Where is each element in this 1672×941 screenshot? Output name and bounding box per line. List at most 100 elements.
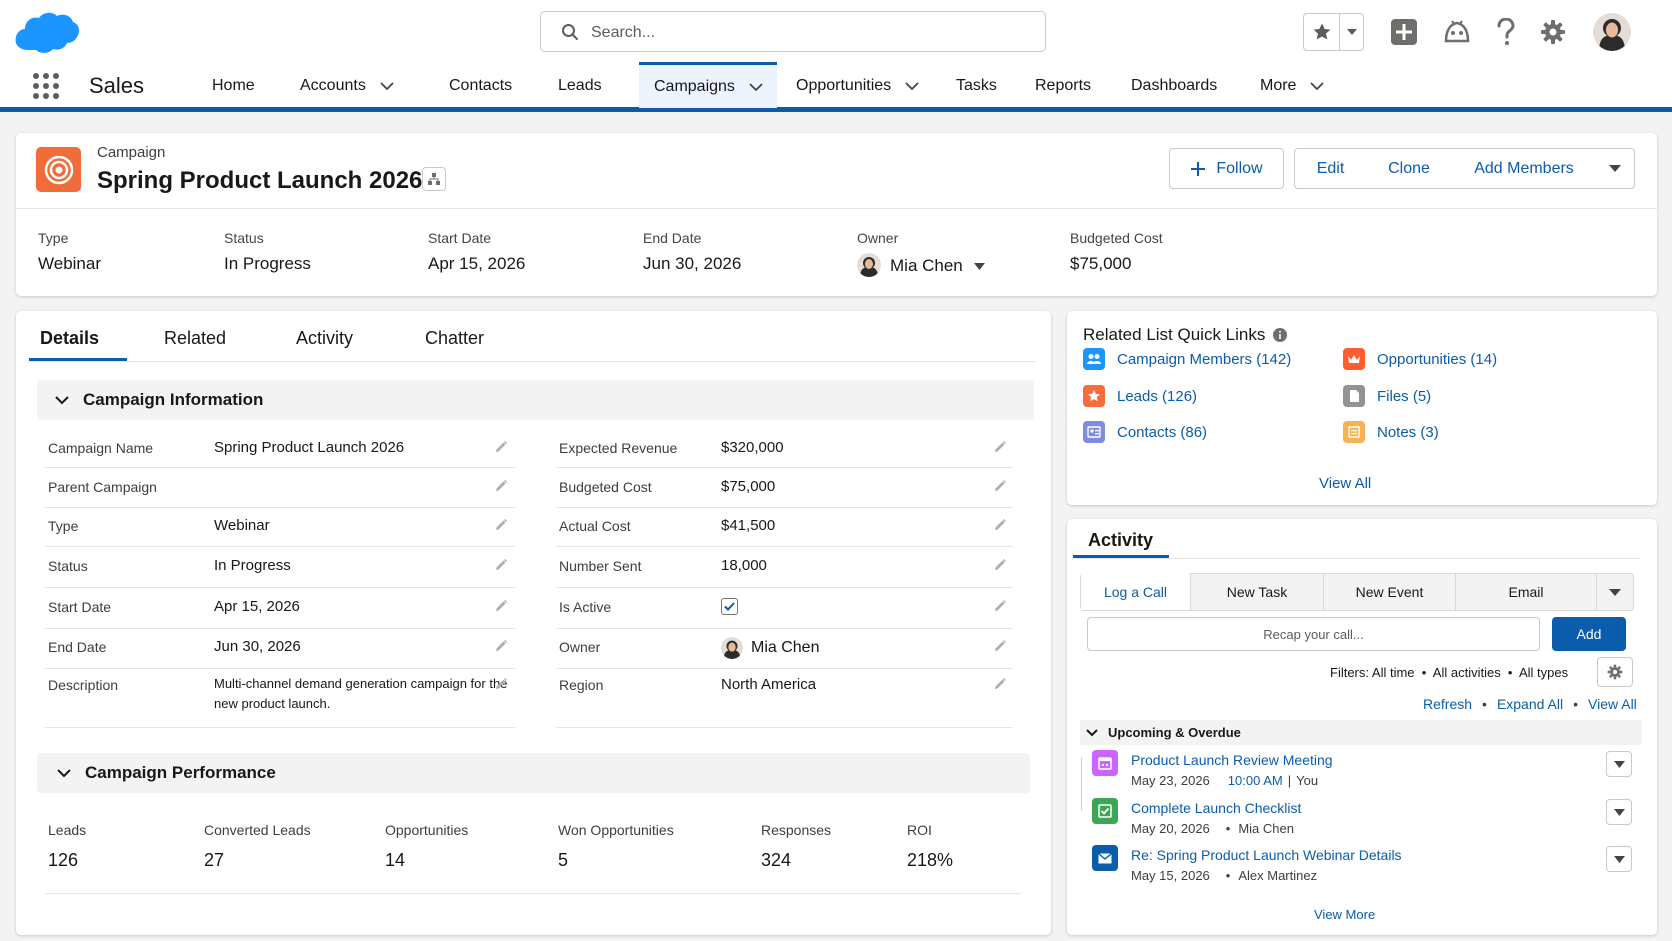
chevron-down-icon — [57, 768, 71, 777]
view-more-link[interactable]: View More — [1314, 907, 1375, 922]
nav-reports[interactable]: Reports — [1035, 64, 1091, 108]
call-recap-input[interactable]: Recap your call... — [1087, 617, 1540, 651]
activity-item-title[interactable]: Product Launch Review Meeting — [1131, 752, 1333, 768]
members-icon — [1083, 348, 1105, 370]
tab-related[interactable]: Related — [164, 328, 226, 349]
field-label: Owner — [559, 639, 601, 655]
refresh-link[interactable]: Refresh — [1423, 696, 1472, 712]
field-label: Status — [48, 558, 88, 574]
task-check-icon — [1092, 798, 1118, 824]
tab-new-event[interactable]: New Event — [1324, 573, 1456, 610]
clone-button[interactable]: Clone — [1366, 148, 1453, 189]
chevron-down-icon[interactable] — [974, 263, 985, 270]
activity-item-title[interactable]: Complete Launch Checklist — [1131, 800, 1301, 816]
trailhead-button[interactable] — [1440, 14, 1474, 50]
edit-pencil-icon[interactable] — [494, 599, 508, 613]
edit-pencil-icon[interactable] — [993, 479, 1007, 493]
campaign-information-section-header[interactable]: Campaign Information — [37, 380, 1034, 420]
help-button[interactable] — [1488, 14, 1522, 50]
expand-all-link[interactable]: Expand All — [1497, 696, 1563, 712]
activity-item-menu-button[interactable] — [1606, 799, 1632, 825]
owner-link[interactable]: Mia Chen — [751, 639, 819, 657]
edit-pencil-icon[interactable] — [494, 558, 508, 572]
composer-more-button[interactable] — [1597, 574, 1633, 610]
edit-pencil-icon[interactable] — [494, 479, 508, 493]
nav-campaigns[interactable]: Campaigns — [639, 62, 777, 108]
edit-pencil-icon[interactable] — [993, 599, 1007, 613]
edit-pencil-icon[interactable] — [993, 558, 1007, 572]
follow-button[interactable]: Follow — [1169, 148, 1284, 189]
nav-contacts[interactable]: Contacts — [449, 64, 512, 108]
owner-avatar — [857, 253, 881, 277]
nav-label: Dashboards — [1131, 77, 1218, 94]
owner-avatar — [721, 637, 743, 659]
activity-who[interactable]: Mia Chen — [1238, 821, 1294, 836]
nav-dashboards[interactable]: Dashboards — [1131, 64, 1217, 108]
quick-link-item[interactable]: Campaign Members (142) — [1083, 348, 1291, 370]
activity-item-menu-button[interactable] — [1606, 751, 1632, 777]
quick-link-item[interactable]: Contacts (86) — [1083, 421, 1207, 443]
activity-item-title[interactable]: Re: Spring Product Launch Webinar Detail… — [1131, 847, 1402, 863]
activity-who[interactable]: Alex Martinez — [1238, 868, 1317, 883]
edit-pencil-icon[interactable] — [993, 440, 1007, 454]
nav-leads[interactable]: Leads — [558, 64, 602, 108]
chevron-down-icon — [749, 82, 763, 91]
quick-link-item[interactable]: Files (5) — [1343, 385, 1431, 407]
global-create-button[interactable] — [1387, 14, 1421, 50]
view-all-link[interactable]: View All — [1588, 696, 1637, 712]
app-launcher-button[interactable] — [33, 73, 59, 99]
separator: • — [1225, 868, 1231, 883]
nav-label: Tasks — [956, 77, 997, 94]
filter-settings-button[interactable] — [1597, 657, 1633, 687]
add-button[interactable]: Add — [1552, 617, 1626, 651]
add-icon — [1391, 19, 1417, 45]
activity-item-menu-button[interactable] — [1606, 846, 1632, 872]
quick-link-item[interactable]: Leads (126) — [1083, 385, 1197, 407]
add-members-button[interactable]: Add Members — [1452, 148, 1597, 189]
quick-links-view-all[interactable]: View All — [1319, 475, 1371, 492]
tab-activity[interactable]: Activity — [296, 328, 353, 349]
info-icon[interactable] — [1273, 328, 1288, 342]
field-value: $320,000 — [721, 439, 784, 456]
hierarchy-button[interactable] — [422, 167, 446, 191]
quick-link-item[interactable]: Opportunities (14) — [1343, 348, 1497, 370]
edit-pencil-icon[interactable] — [993, 639, 1007, 653]
global-search-input[interactable]: Search... — [540, 11, 1046, 52]
crown-icon — [1343, 348, 1365, 370]
nav-tasks[interactable]: Tasks — [956, 64, 997, 108]
field-divider — [45, 546, 515, 547]
edit-pencil-icon[interactable] — [494, 639, 508, 653]
edit-pencil-icon[interactable] — [993, 518, 1007, 532]
campaign-performance-section-header[interactable]: Campaign Performance — [37, 753, 1030, 793]
edit-pencil-icon[interactable] — [494, 518, 508, 532]
setup-button[interactable] — [1536, 14, 1570, 50]
more-actions-button[interactable] — [1596, 148, 1635, 189]
tab-log-a-call[interactable]: Log a Call — [1081, 573, 1191, 610]
tab-new-task[interactable]: New Task — [1191, 573, 1324, 610]
edit-pencil-icon[interactable] — [494, 677, 508, 691]
nav-home[interactable]: Home — [212, 64, 255, 108]
nav-accounts[interactable]: Accounts — [300, 64, 394, 108]
edit-button[interactable]: Edit — [1294, 148, 1367, 189]
nav-opportunities[interactable]: Opportunities — [796, 64, 919, 108]
chevron-down-icon — [1613, 855, 1625, 863]
tab-email[interactable]: Email — [1456, 573, 1597, 610]
favorites-button[interactable] — [1303, 13, 1364, 51]
chevron-down-icon — [1086, 728, 1098, 736]
upcoming-overdue-header[interactable]: Upcoming & Overdue — [1080, 720, 1642, 745]
edit-pencil-icon[interactable] — [993, 677, 1007, 691]
owner-link[interactable]: Mia Chen — [890, 256, 963, 276]
salesforce-logo[interactable] — [14, 10, 80, 54]
tab-chatter[interactable]: Chatter — [425, 328, 484, 349]
divider — [16, 208, 1657, 209]
nav-more[interactable]: More — [1260, 64, 1325, 108]
field-label: Description — [48, 677, 119, 693]
activity-who[interactable]: You — [1296, 773, 1318, 788]
user-avatar[interactable] — [1593, 13, 1631, 51]
tab-label: New Task — [1226, 583, 1288, 600]
edit-pencil-icon[interactable] — [494, 440, 508, 454]
tab-details[interactable]: Details — [40, 328, 99, 349]
quick-link-item[interactable]: Notes (3) — [1343, 421, 1439, 443]
activity-time: 10:00 AM — [1227, 773, 1283, 788]
highlight-value: In Progress — [224, 254, 311, 273]
